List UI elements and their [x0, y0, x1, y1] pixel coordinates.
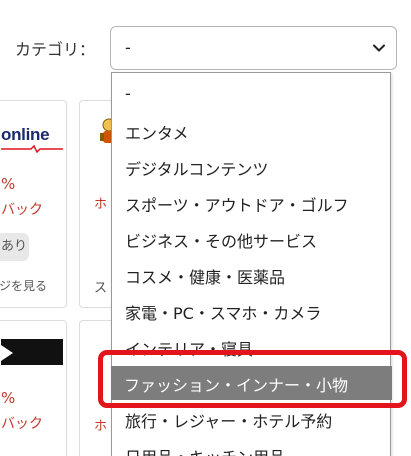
- card-text-fragment: ホ: [94, 419, 108, 434]
- highlight-annotation-box: [98, 350, 407, 408]
- heartbeat-line-icon: [1, 145, 63, 153]
- dropdown-option[interactable]: -: [125, 84, 131, 103]
- cashback-percent: %: [1, 389, 16, 407]
- category-label: カテゴリ：: [15, 40, 96, 59]
- dropdown-option[interactable]: スポーツ・アウトドア・ゴルフ: [125, 192, 349, 216]
- shop-logo-text: online: [1, 125, 50, 144]
- shop-card[interactable]: % バック: [0, 320, 67, 456]
- chevron-down-icon: [373, 44, 385, 52]
- category-select[interactable]: -: [110, 26, 397, 70]
- status-badge: あり: [0, 233, 29, 261]
- cashback-label: バック: [1, 202, 43, 218]
- cashback-label: バック: [1, 416, 43, 432]
- dropdown-option[interactable]: 日用品・キッチン用品: [125, 444, 285, 456]
- see-page-link[interactable]: ジを見る: [0, 277, 47, 294]
- dropdown-option[interactable]: ビジネス・その他サービス: [125, 228, 317, 252]
- category-select-value: -: [125, 38, 131, 57]
- shop-logo-image: [1, 339, 63, 365]
- shop-card[interactable]: online % バック あり ジを見る: [0, 100, 67, 308]
- card-text-fragment: ス: [94, 281, 108, 296]
- dropdown-option[interactable]: 家電・PC・スマホ・カメラ: [125, 300, 321, 324]
- dropdown-option[interactable]: コスメ・健康・医薬品: [125, 264, 285, 288]
- cashback-percent: %: [1, 175, 16, 193]
- dropdown-option[interactable]: デジタルコンテンツ: [125, 156, 268, 180]
- card-text-fragment: ホ: [94, 197, 108, 212]
- dropdown-option[interactable]: エンタメ: [125, 120, 189, 144]
- dropdown-option[interactable]: 旅行・レジャー・ホテル予約: [125, 408, 332, 432]
